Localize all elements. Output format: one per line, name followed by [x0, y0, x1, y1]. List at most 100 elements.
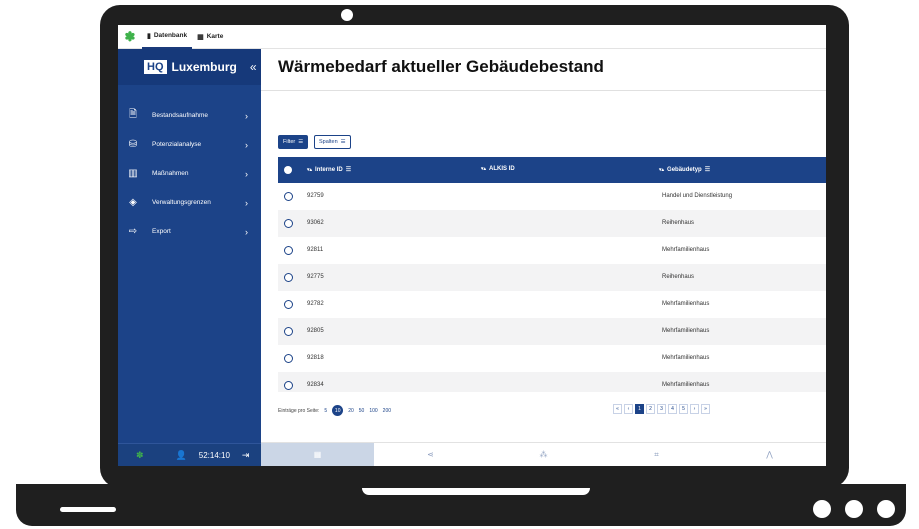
first-page-button[interactable]: «: [613, 404, 622, 414]
brand-hq-badge: HQ: [144, 60, 167, 74]
sidebar-nav: 🗎 Bestandsaufnahme › ⛁ Potenzialanalyse …: [118, 101, 261, 246]
collapse-sidebar-button[interactable]: «: [250, 60, 257, 74]
table-row[interactable]: 92775 Reihenhaus: [278, 264, 826, 291]
crop-icon[interactable]: ⌗: [600, 443, 713, 466]
laptop-mockup: ✽ ▮ Datenbank ▦ Karte HQ Luxemburg « 🗎 B…: [0, 0, 919, 529]
column-filter-icon[interactable]: ☰: [346, 166, 351, 173]
tab-datenbank[interactable]: ▮ Datenbank: [142, 25, 193, 49]
brand-header: HQ Luxemburg «: [118, 49, 261, 85]
table-row[interactable]: 92805 Mehrfamilienhaus: [278, 318, 826, 345]
database-icon: ▮: [147, 32, 151, 40]
logout-icon[interactable]: ⇥: [242, 450, 250, 461]
sidebar-item-label: Potenzialanalyse: [152, 141, 202, 148]
cell-interne-id: 92818: [307, 355, 324, 361]
row-select-radio[interactable]: [284, 300, 293, 309]
leaf-icon[interactable]: ✽: [118, 25, 142, 49]
prev-page-button[interactable]: ‹: [624, 404, 633, 414]
page-button-current[interactable]: 1: [635, 404, 644, 414]
sliders-icon: ☰: [340, 139, 346, 145]
page-button[interactable]: 5: [679, 404, 688, 414]
table-row[interactable]: 92782 Mehrfamilienhaus: [278, 291, 826, 318]
laptop-dot: [845, 500, 863, 518]
table-icon[interactable]: ▦: [261, 443, 374, 466]
sidebar-item-export[interactable]: ⇨ Export ›: [118, 217, 261, 246]
cell-interne-id: 92775: [307, 274, 324, 280]
row-select-radio[interactable]: [284, 354, 293, 363]
main-content: Wärmebedarf aktueller Gebäudebestand Fil…: [261, 49, 826, 466]
column-header-alkis-id[interactable]: ▾▴ ALKIS ID: [481, 166, 515, 172]
page-size-option[interactable]: 20: [348, 408, 354, 414]
document-icon: 🗎: [128, 109, 138, 120]
network-icon[interactable]: ⁂: [487, 443, 600, 466]
cell-interne-id: 92759: [307, 193, 324, 199]
row-select-radio[interactable]: [284, 273, 293, 282]
chevron-right-icon: ›: [245, 110, 248, 121]
database-icon: ⛁: [128, 139, 138, 150]
session-timer: 52:14:10: [198, 450, 230, 460]
sort-icon[interactable]: ▾▴: [307, 167, 312, 173]
sidebar-item-label: Maßnahmen: [152, 170, 189, 177]
sidebar-item-massnahmen[interactable]: ▥ Maßnahmen ›: [118, 159, 261, 188]
page-size-option-selected[interactable]: 10: [332, 405, 344, 416]
app-screen: ✽ ▮ Datenbank ▦ Karte HQ Luxemburg « 🗎 B…: [118, 25, 826, 466]
cell-gebaeudetyp: Reihenhaus: [662, 274, 695, 280]
sidebar-item-label: Verwaltungsgrenzen: [152, 199, 211, 206]
cell-gebaeudetyp: Mehrfamilienhaus: [662, 301, 710, 307]
row-select-radio[interactable]: [284, 246, 293, 255]
row-select-radio[interactable]: [284, 381, 293, 390]
sidebar-item-potenzialanalyse[interactable]: ⛁ Potenzialanalyse ›: [118, 130, 261, 159]
row-select-radio[interactable]: [284, 192, 293, 201]
page-size-option[interactable]: 200: [383, 408, 391, 414]
table-row[interactable]: 92834 Mehrfamilienhaus: [278, 372, 826, 392]
sidebar-item-verwaltungsgrenzen[interactable]: ◈ Verwaltungsgrenzen ›: [118, 188, 261, 217]
leaf-icon: ✽: [136, 449, 144, 460]
chevron-right-icon: ›: [245, 139, 248, 150]
cell-gebaeudetyp: Reihenhaus: [662, 220, 695, 226]
columns-button-label: Spalten: [319, 139, 338, 145]
tab-karte[interactable]: ▦ Karte: [192, 25, 228, 49]
sort-icon[interactable]: ▾▴: [481, 166, 486, 172]
table-header: ▾▴ Interne ID ☰ ▾▴ ALKIS ID ▾▴ Gebäudety…: [278, 157, 826, 183]
laptop-slot: [60, 507, 116, 512]
layers-icon: ◈: [129, 197, 137, 208]
sidebar-item-bestandsaufnahme[interactable]: 🗎 Bestandsaufnahme ›: [118, 101, 261, 130]
sidebar-footer: ✽ 👤 52:14:10 ⇥: [118, 443, 261, 466]
page-size-selector: Einträge pro Seite: 5 10 20 50 100 200: [278, 405, 391, 416]
column-filter-icon[interactable]: ☰: [705, 166, 710, 173]
page-button[interactable]: 4: [668, 404, 677, 414]
cell-interne-id: 92805: [307, 328, 324, 334]
share-icon[interactable]: ⋖: [374, 443, 487, 466]
column-header-label: Interne ID: [315, 166, 343, 173]
column-header-label: Gebäudetyp: [667, 166, 702, 173]
cell-gebaeudetyp: Mehrfamilienhaus: [662, 247, 710, 253]
filter-button-label: Filter: [283, 139, 296, 145]
user-icon[interactable]: 👤: [176, 450, 187, 461]
sort-icon[interactable]: ▾▴: [659, 167, 664, 173]
row-select-radio[interactable]: [284, 219, 293, 228]
entries-per-page-label: Einträge pro Seite:: [278, 407, 320, 414]
table-row[interactable]: 92811 Mehrfamilienhaus: [278, 237, 826, 264]
table-row[interactable]: 93062 Reihenhaus: [278, 210, 826, 237]
select-all-radio[interactable]: [284, 166, 292, 174]
last-page-button[interactable]: »: [701, 404, 710, 414]
column-header-gebaeudetyp[interactable]: ▾▴ Gebäudetyp ☰: [659, 166, 710, 174]
bottom-navigation: ▦ ⋖ ⁂ ⌗ ⋀: [261, 442, 826, 466]
table-row[interactable]: 92759 Handel und Dienstleistung: [278, 183, 826, 210]
chevron-right-icon: ›: [245, 197, 248, 208]
filter-button[interactable]: Filter ☰: [278, 135, 309, 149]
road-icon[interactable]: ⋀: [713, 443, 826, 466]
tab-label: Datenbank: [153, 32, 188, 39]
page-button[interactable]: 3: [657, 404, 666, 414]
page-size-option[interactable]: 100: [369, 408, 377, 414]
buildings-icon: ▥: [128, 168, 138, 179]
laptop-dot: [813, 500, 831, 518]
row-select-radio[interactable]: [284, 327, 293, 336]
page-size-option[interactable]: 5: [324, 408, 327, 414]
laptop-dot: [877, 500, 895, 518]
next-page-button[interactable]: ›: [690, 404, 699, 414]
column-header-interne-id[interactable]: ▾▴ Interne ID ☰: [307, 166, 351, 174]
columns-button[interactable]: Spalten ☰: [314, 135, 351, 149]
table-row[interactable]: 92818 Mehrfamilienhaus: [278, 345, 826, 372]
page-size-option[interactable]: 50: [359, 408, 365, 414]
page-button[interactable]: 2: [646, 404, 655, 414]
